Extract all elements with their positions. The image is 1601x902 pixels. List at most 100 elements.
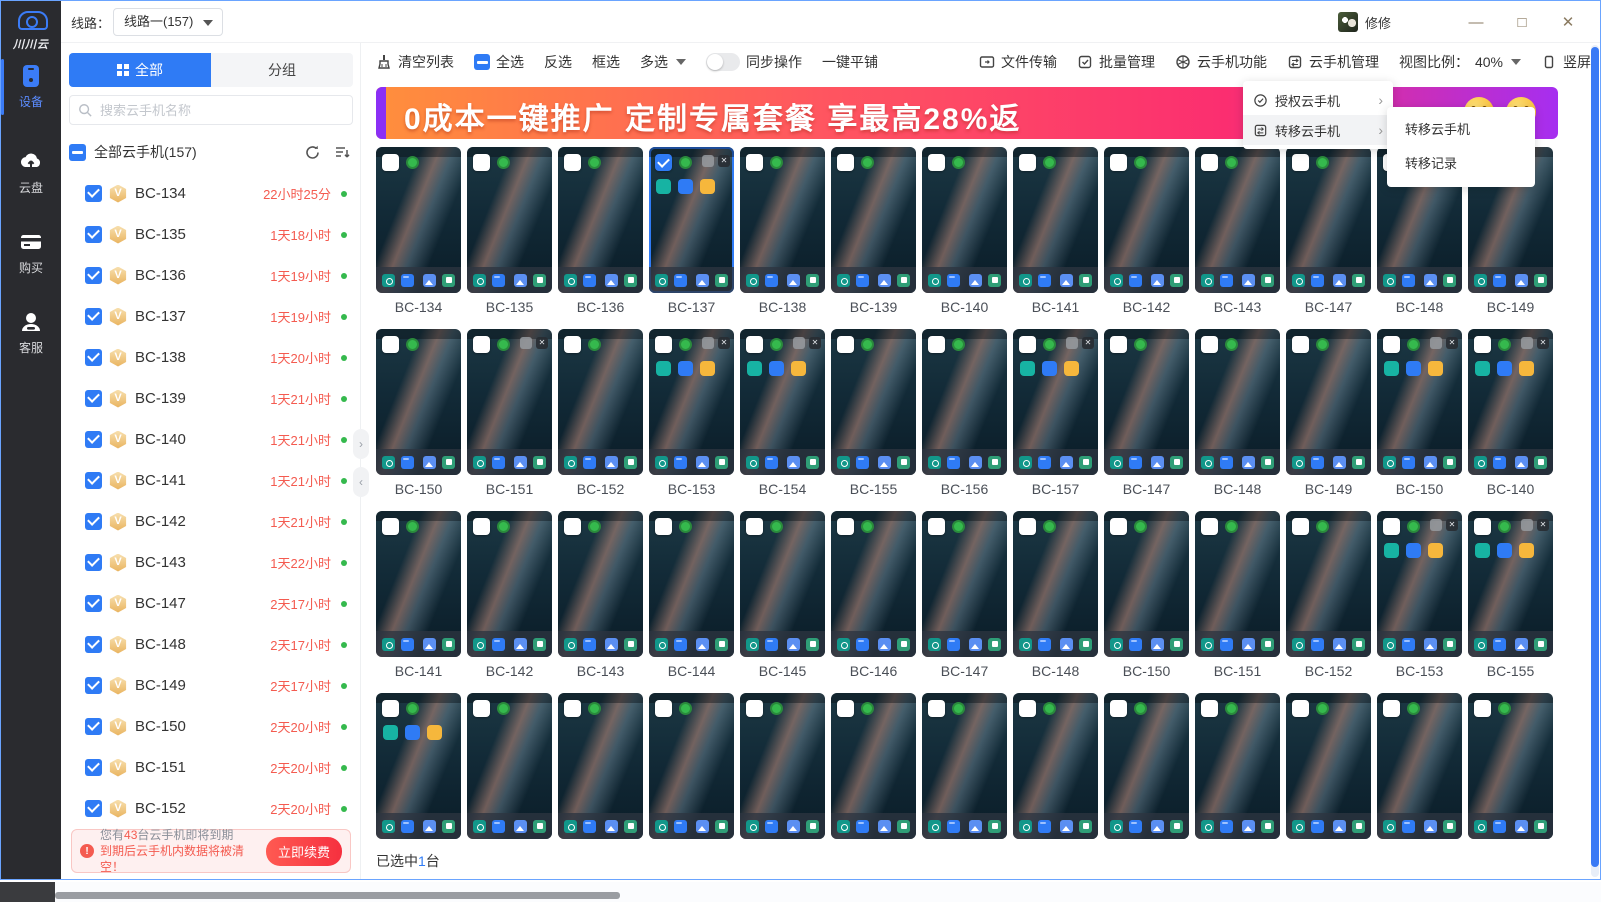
- phone-thumbnail-BC-142[interactable]: [467, 511, 552, 657]
- phone-thumbnail-BC-150[interactable]: [376, 329, 461, 475]
- device-checkbox[interactable]: [85, 308, 102, 325]
- phone-select-checkbox[interactable]: [1019, 700, 1036, 717]
- phone-select-checkbox[interactable]: [746, 336, 763, 353]
- phone-select-checkbox[interactable]: [1019, 154, 1036, 171]
- phone-select-checkbox[interactable]: [1201, 700, 1218, 717]
- close-icon[interactable]: ✕: [718, 337, 730, 349]
- phone-select-checkbox[interactable]: [564, 336, 581, 353]
- phone-thumbnail-BC-155[interactable]: [831, 329, 916, 475]
- phone-thumbnail[interactable]: [467, 693, 552, 839]
- device-list-item[interactable]: V BC-151 2天20小时: [61, 747, 359, 788]
- close-icon[interactable]: ✕: [1537, 337, 1549, 349]
- phone-thumbnail[interactable]: [1377, 693, 1462, 839]
- phone-thumbnail-BC-136[interactable]: [558, 147, 643, 293]
- device-list-item[interactable]: V BC-150 2天20小时: [61, 706, 359, 747]
- sort-icon[interactable]: [331, 141, 353, 163]
- phone-thumbnail-BC-150[interactable]: ✕: [1377, 329, 1462, 475]
- phone-thumbnail-BC-137[interactable]: ✕: [649, 147, 734, 293]
- tab-groups[interactable]: 分组: [211, 53, 353, 87]
- clear-list-button[interactable]: 清空列表: [376, 52, 454, 72]
- phone-select-checkbox[interactable]: [837, 700, 854, 717]
- device-list-item[interactable]: V BC-136 1天19小时: [61, 255, 359, 296]
- close-icon[interactable]: ✕: [1446, 337, 1458, 349]
- phone-select-checkbox[interactable]: [1292, 336, 1309, 353]
- phone-thumbnail-BC-145[interactable]: [740, 511, 825, 657]
- menu-item-authorize[interactable]: 授权云手机 ›: [1243, 85, 1393, 115]
- phone-thumbnail-BC-143[interactable]: [1195, 147, 1280, 293]
- close-icon[interactable]: ✕: [1537, 519, 1549, 531]
- phone-select-checkbox[interactable]: [564, 700, 581, 717]
- phone-thumbnail[interactable]: [376, 693, 461, 839]
- device-list-item[interactable]: V BC-149 2天17小时: [61, 665, 359, 706]
- multi-select-button[interactable]: 多选: [640, 52, 686, 72]
- phone-select-checkbox[interactable]: [1019, 518, 1036, 535]
- phone-select-checkbox[interactable]: [928, 518, 945, 535]
- close-icon[interactable]: ✕: [536, 337, 548, 349]
- device-checkbox[interactable]: [85, 431, 102, 448]
- device-list-item[interactable]: V BC-139 1天21小时: [61, 378, 359, 419]
- phone-thumbnail-BC-152[interactable]: [558, 329, 643, 475]
- device-list-item[interactable]: V BC-148 2天17小时: [61, 624, 359, 665]
- phone-thumbnail-BC-144[interactable]: [649, 511, 734, 657]
- phone-thumbnail[interactable]: [1013, 693, 1098, 839]
- select-all-button[interactable]: 全选: [474, 52, 524, 72]
- phone-select-checkbox[interactable]: [473, 336, 490, 353]
- close-icon[interactable]: ✕: [809, 337, 821, 349]
- phone-thumbnail[interactable]: [1286, 693, 1371, 839]
- portrait-button[interactable]: 竖屏: [1541, 52, 1591, 72]
- phone-thumbnail-BC-153[interactable]: ✕: [1377, 511, 1462, 657]
- device-list-item[interactable]: V BC-134 22小时25分: [61, 173, 359, 214]
- phone-select-checkbox[interactable]: [928, 700, 945, 717]
- sidebar-item-客服[interactable]: 客服: [1, 309, 61, 357]
- device-checkbox[interactable]: [85, 677, 102, 694]
- scrollbar-thumb[interactable]: [1591, 47, 1599, 867]
- phone-thumbnail-BC-147[interactable]: [922, 511, 1007, 657]
- phone-select-checkbox[interactable]: [837, 518, 854, 535]
- phone-select-checkbox[interactable]: [473, 154, 490, 171]
- sidebar-item-购买[interactable]: 购买: [1, 229, 61, 277]
- sidebar-item-设备[interactable]: 设备: [1, 59, 61, 115]
- device-list-item[interactable]: V BC-143 1天22小时: [61, 542, 359, 583]
- sync-toggle[interactable]: [706, 53, 740, 71]
- phone-thumbnail[interactable]: [740, 693, 825, 839]
- phone-select-checkbox[interactable]: [1292, 518, 1309, 535]
- phone-select-checkbox[interactable]: [655, 700, 672, 717]
- refresh-icon[interactable]: [301, 141, 323, 163]
- close-icon[interactable]: ✕: [1082, 337, 1094, 349]
- phone-select-checkbox[interactable]: [1019, 336, 1036, 353]
- phone-thumbnail-BC-138[interactable]: [740, 147, 825, 293]
- phone-select-checkbox[interactable]: [746, 700, 763, 717]
- close-icon[interactable]: ✕: [1446, 519, 1458, 531]
- phone-select-checkbox[interactable]: [564, 154, 581, 171]
- file-transfer-button[interactable]: 文件传输: [979, 52, 1057, 72]
- device-list-item[interactable]: V BC-140 1天21小时: [61, 419, 359, 460]
- device-checkbox[interactable]: [85, 554, 102, 571]
- phone-thumbnail-BC-148[interactable]: [1195, 329, 1280, 475]
- phone-select-checkbox[interactable]: [564, 518, 581, 535]
- phone-thumbnail-BC-140[interactable]: [922, 147, 1007, 293]
- renew-button[interactable]: 立即续费: [265, 836, 342, 866]
- device-checkbox[interactable]: [85, 759, 102, 776]
- phone-manage-button[interactable]: 云手机管理: [1287, 52, 1379, 72]
- phone-select-checkbox[interactable]: [655, 154, 672, 171]
- device-checkbox[interactable]: [85, 226, 102, 243]
- phone-select-checkbox[interactable]: [928, 154, 945, 171]
- phone-select-checkbox[interactable]: [1474, 700, 1491, 717]
- phone-thumbnail-BC-135[interactable]: [467, 147, 552, 293]
- phone-thumbnail-BC-155[interactable]: ✕: [1468, 511, 1553, 657]
- phone-select-checkbox[interactable]: [655, 336, 672, 353]
- user-info[interactable]: 修修: [1337, 10, 1391, 34]
- select-all-devices-checkbox[interactable]: [69, 143, 86, 161]
- phone-select-checkbox[interactable]: [1474, 518, 1491, 535]
- batch-manage-button[interactable]: 批量管理: [1077, 52, 1155, 72]
- phone-thumbnail-BC-152[interactable]: [1286, 511, 1371, 657]
- phone-select-checkbox[interactable]: [928, 336, 945, 353]
- device-checkbox[interactable]: [85, 472, 102, 489]
- phone-select-checkbox[interactable]: [1201, 518, 1218, 535]
- phone-select-checkbox[interactable]: [1292, 700, 1309, 717]
- phone-thumbnail-BC-140[interactable]: ✕: [1468, 329, 1553, 475]
- phone-thumbnail-BC-141[interactable]: [1013, 147, 1098, 293]
- phone-thumbnail-BC-139[interactable]: [831, 147, 916, 293]
- submenu-item-transfer-records[interactable]: 转移记录: [1387, 147, 1535, 181]
- phone-select-checkbox[interactable]: [1383, 336, 1400, 353]
